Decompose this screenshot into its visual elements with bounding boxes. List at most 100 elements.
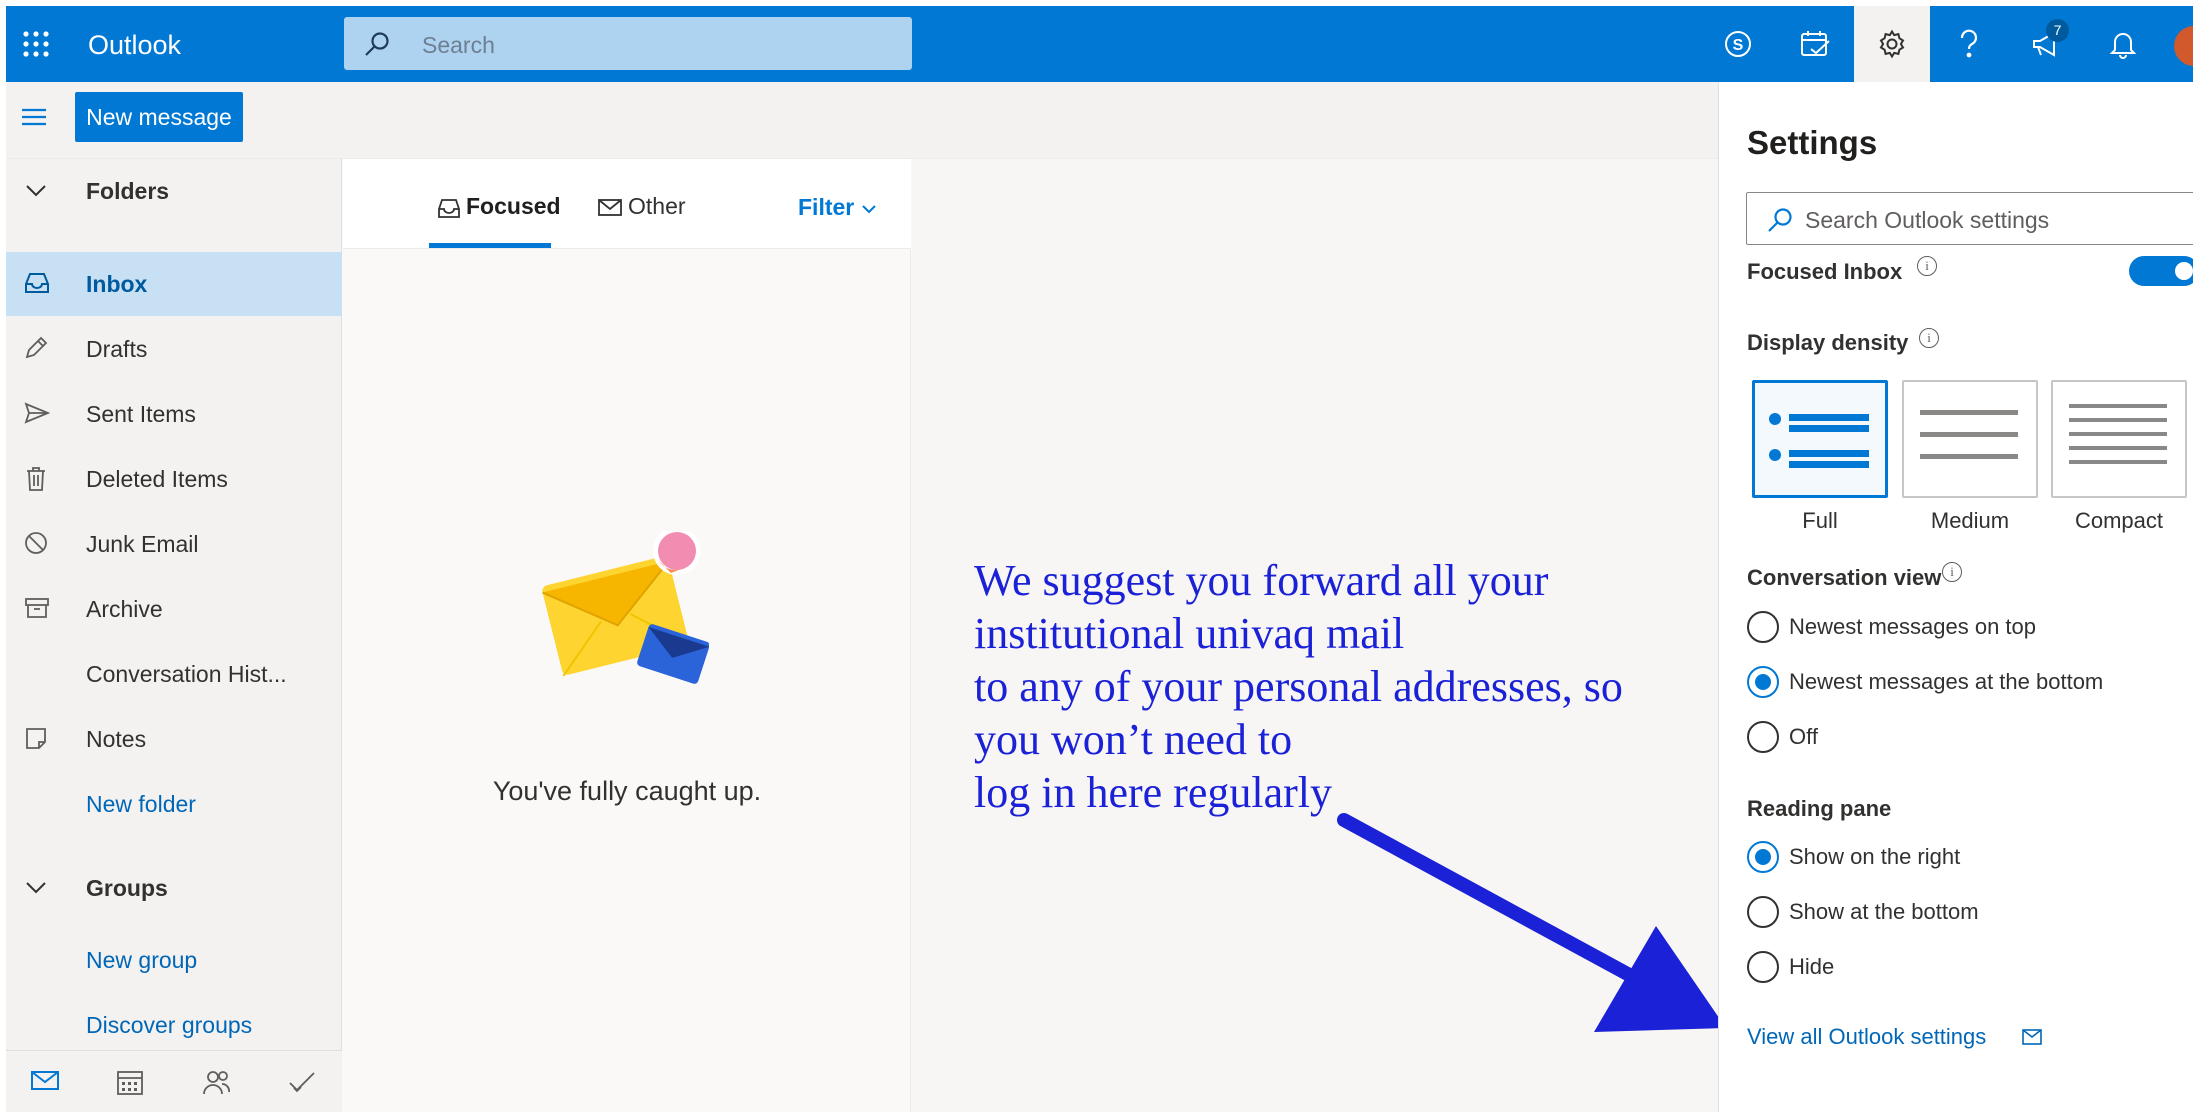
folder-label: Conversation Hist... bbox=[86, 661, 287, 687]
open-external-icon[interactable] bbox=[2022, 1028, 2042, 1046]
radio-label: Newest messages at the bottom bbox=[1789, 669, 2104, 694]
pencil-icon bbox=[24, 336, 48, 360]
groups-label: Groups bbox=[86, 875, 168, 901]
feedback-megaphone-icon[interactable] bbox=[2008, 6, 2084, 82]
notification-count-badge: 7 bbox=[2046, 19, 2069, 42]
radio-label: Newest messages on top bbox=[1789, 614, 2037, 639]
chevron-down-icon bbox=[24, 875, 48, 899]
radio-button[interactable] bbox=[1747, 611, 1779, 643]
radio-button[interactable] bbox=[1747, 841, 1779, 873]
help-icon[interactable] bbox=[1931, 6, 2007, 82]
density-compact-option[interactable] bbox=[2051, 380, 2187, 498]
radio-button[interactable] bbox=[1747, 896, 1779, 928]
filter-button[interactable]: Filter bbox=[798, 194, 877, 221]
density-full-option[interactable] bbox=[1752, 380, 1888, 498]
app-launcher-icon[interactable] bbox=[16, 24, 56, 64]
folder-conversation-history[interactable]: Conversation Hist... bbox=[6, 642, 342, 706]
search-placeholder: Search bbox=[422, 32, 495, 58]
folder-label: Deleted Items bbox=[86, 466, 228, 492]
radio-button[interactable] bbox=[1747, 666, 1779, 698]
trash-icon bbox=[24, 466, 48, 492]
focused-inbox-label: Focused Inbox bbox=[1747, 259, 1903, 284]
hamburger-menu-icon[interactable] bbox=[20, 106, 48, 128]
folder-junk-email[interactable]: Junk Email bbox=[6, 512, 342, 576]
tab-focused-label: Focused bbox=[466, 193, 561, 219]
app-name[interactable]: Outlook bbox=[88, 31, 181, 59]
folder-label: Inbox bbox=[86, 271, 148, 297]
display-density-label: Display density bbox=[1747, 330, 1909, 355]
info-icon[interactable]: i bbox=[1917, 256, 1937, 276]
folders-label: Folders bbox=[86, 178, 170, 204]
people-icon[interactable] bbox=[202, 1068, 230, 1096]
my-day-calendar-icon[interactable] bbox=[1777, 6, 1853, 82]
annotation-text: We suggest you forward all your institut… bbox=[974, 556, 1623, 817]
new-group-label: New group bbox=[86, 947, 198, 973]
message-list-header: Focused Other Filter bbox=[343, 159, 911, 249]
folder-archive[interactable]: Archive bbox=[6, 577, 342, 641]
radio-button[interactable] bbox=[1747, 951, 1779, 983]
settings-gear-icon[interactable] bbox=[1854, 6, 1930, 82]
folder-label: Archive bbox=[86, 596, 163, 622]
send-icon bbox=[24, 401, 50, 425]
density-label: Medium bbox=[1930, 508, 2010, 533]
focused-inbox-toggle[interactable] bbox=[2129, 256, 2193, 286]
search-box[interactable]: Search bbox=[344, 17, 912, 70]
density-medium-option[interactable] bbox=[1902, 380, 2038, 498]
folder-deleted-items[interactable]: Deleted Items bbox=[6, 447, 342, 511]
density-label: Full bbox=[1802, 508, 1838, 533]
new-folder-link[interactable]: New folder bbox=[6, 772, 342, 836]
chevron-down-icon bbox=[861, 203, 877, 215]
groups-header[interactable]: Groups bbox=[6, 856, 342, 920]
discover-groups-label: Discover groups bbox=[86, 1012, 253, 1038]
annotation-arrow bbox=[1326, 806, 1746, 1046]
avatar[interactable] bbox=[2174, 26, 2193, 66]
new-message-button[interactable]: New message bbox=[75, 92, 243, 142]
settings-search-input[interactable]: Search Outlook settings bbox=[1746, 192, 2193, 245]
radio-label: Off bbox=[1789, 724, 1818, 749]
new-folder-label: New folder bbox=[86, 791, 196, 817]
block-icon bbox=[24, 531, 48, 555]
folder-label: Sent Items bbox=[86, 401, 196, 427]
radio-label: Show at the bottom bbox=[1789, 899, 1979, 924]
settings-title: Settings bbox=[1747, 124, 1878, 161]
radio-label: Show on the right bbox=[1789, 844, 1961, 869]
message-list: Focused Other Filter You've fully caught… bbox=[343, 159, 911, 1112]
skype-icon[interactable]: S bbox=[1700, 6, 1776, 82]
folder-label: Junk Email bbox=[86, 531, 199, 557]
archive-icon bbox=[24, 596, 50, 620]
folder-pane: Folders Inbox Drafts Sent Items Deleted … bbox=[6, 159, 342, 1112]
inbox-tray-icon bbox=[437, 197, 461, 219]
info-icon[interactable]: i bbox=[1919, 328, 1939, 348]
command-bar: New message bbox=[6, 82, 1718, 159]
radio-button[interactable] bbox=[1747, 721, 1779, 753]
note-icon bbox=[24, 726, 48, 750]
settings-panel: Settings Search Outlook settings Focused… bbox=[1718, 82, 2193, 1112]
tasks-check-icon[interactable] bbox=[288, 1068, 316, 1096]
reading-pane-label: Reading pane bbox=[1747, 796, 1892, 821]
view-all-settings-link[interactable]: View all Outlook settings bbox=[1747, 1024, 1986, 1050]
svg-text:S: S bbox=[1733, 37, 1744, 54]
bell-icon[interactable] bbox=[2085, 6, 2161, 82]
folder-inbox[interactable]: Inbox bbox=[6, 252, 342, 316]
folders-header[interactable]: Folders bbox=[6, 159, 342, 223]
search-icon bbox=[364, 31, 390, 57]
empty-inbox-illustration bbox=[539, 531, 709, 711]
top-bar: Outlook Search S 7 bbox=[6, 6, 2193, 82]
mail-icon[interactable] bbox=[30, 1068, 60, 1092]
outlook-window: Outlook Search S 7 New message Folders I… bbox=[6, 6, 2193, 1112]
radio-label: Hide bbox=[1789, 954, 1835, 979]
empty-state-text: You've fully caught up. bbox=[492, 776, 762, 806]
new-group-link[interactable]: New group bbox=[6, 928, 342, 992]
inbox-icon bbox=[24, 271, 50, 295]
discover-groups-link[interactable]: Discover groups bbox=[6, 993, 342, 1057]
folder-sent-items[interactable]: Sent Items bbox=[6, 382, 342, 446]
info-icon[interactable]: i bbox=[1942, 562, 1962, 582]
calendar-icon[interactable] bbox=[116, 1068, 144, 1096]
conversation-view-label: Conversation view bbox=[1747, 565, 1942, 590]
folder-drafts[interactable]: Drafts bbox=[6, 317, 342, 381]
density-label: Compact bbox=[2074, 508, 2164, 533]
tab-other-label: Other bbox=[628, 193, 686, 219]
folder-label: Notes bbox=[86, 726, 147, 752]
filter-label: Filter bbox=[798, 194, 855, 220]
folder-notes[interactable]: Notes bbox=[6, 707, 342, 771]
